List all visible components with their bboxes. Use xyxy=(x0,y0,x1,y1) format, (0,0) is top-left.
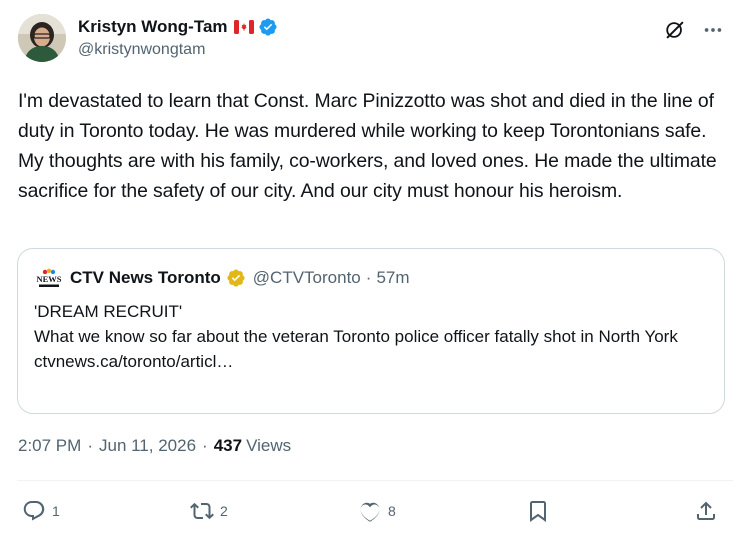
author-handle[interactable]: @kristynwongtam xyxy=(78,41,278,59)
bookmark-button[interactable] xyxy=(526,496,550,526)
quoted-display-name: CTV News Toronto xyxy=(70,268,221,287)
quoted-separator: · xyxy=(365,268,372,287)
repost-button[interactable]: 2 xyxy=(190,496,228,526)
author-display-name[interactable]: Kristyn Wong-Tam xyxy=(78,17,228,37)
tweet-date[interactable]: Jun 11, 2026 xyxy=(99,436,196,456)
tweet-header: Kristyn Wong-Tam @kristynwongtam xyxy=(18,12,733,64)
quoted-tweet-body: 'DREAM RECRUIT' What we know so far abou… xyxy=(34,299,714,374)
meta-separator: · xyxy=(202,436,208,455)
author-avatar[interactable] xyxy=(18,14,66,62)
views-count[interactable]: 437 xyxy=(214,436,242,456)
reply-count: 1 xyxy=(52,503,60,519)
quoted-tweet[interactable]: NEWS CTV News Toronto @CTVToronto · 57m … xyxy=(17,248,725,414)
grok-icon xyxy=(666,21,684,39)
heart-icon xyxy=(360,502,380,522)
like-count: 8 xyxy=(388,503,396,519)
quoted-description: What we know so far about the veteran To… xyxy=(34,327,678,346)
like-button[interactable]: 8 xyxy=(358,496,396,526)
repost-count: 2 xyxy=(220,503,228,519)
quoted-handle: @CTVToronto xyxy=(252,268,361,287)
grok-button[interactable] xyxy=(663,18,687,42)
svg-text:NEWS: NEWS xyxy=(36,274,61,284)
bookmark-icon xyxy=(530,501,546,522)
verified-badge-icon[interactable] xyxy=(258,17,278,37)
author-info: Kristyn Wong-Tam @kristynwongtam xyxy=(78,16,278,59)
quoted-tweet-header: NEWS CTV News Toronto @CTVToronto · 57m xyxy=(36,267,410,289)
tweet-meta: 2:07 PM · Jun 11, 2026 · 437 Views xyxy=(18,436,291,456)
name-row: Kristyn Wong-Tam xyxy=(78,16,278,38)
canada-flag-icon xyxy=(233,20,254,34)
reply-button[interactable]: 1 xyxy=(22,496,60,526)
views-label[interactable]: Views xyxy=(246,436,291,456)
verified-gold-badge-icon xyxy=(226,268,246,288)
quoted-link[interactable]: ctvnews.ca/toronto/articl… xyxy=(34,349,714,374)
divider xyxy=(17,480,733,481)
quoted-headline: 'DREAM RECRUIT' xyxy=(34,302,183,321)
avatar-image xyxy=(18,14,66,62)
tweet-text: I'm devastated to learn that Const. Marc… xyxy=(18,90,717,202)
repost-icon xyxy=(190,502,214,520)
share-icon xyxy=(697,501,715,520)
tweet-actions: 1 2 8 xyxy=(22,496,722,526)
meta-separator: · xyxy=(87,436,93,455)
tweet-time[interactable]: 2:07 PM xyxy=(18,436,81,456)
ctv-news-logo-icon: NEWS xyxy=(36,267,62,289)
more-icon xyxy=(704,28,722,32)
quoted-timestamp: 57m xyxy=(376,268,410,287)
header-actions xyxy=(663,18,725,42)
more-button[interactable] xyxy=(701,18,725,42)
reply-icon xyxy=(23,501,45,521)
share-button[interactable] xyxy=(694,496,718,526)
